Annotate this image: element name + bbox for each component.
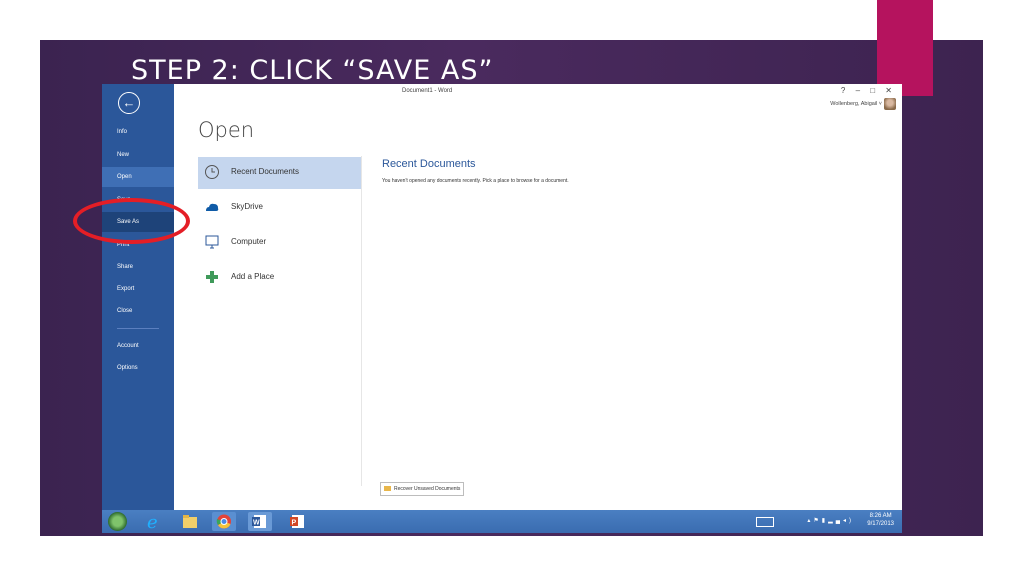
content-message: You haven't opened any documents recentl…	[382, 178, 569, 184]
word-window: ← Info New Open Save Save As Print Share…	[102, 84, 902, 510]
back-arrow-icon[interactable]: ←	[118, 92, 140, 114]
nav-account[interactable]: Account	[102, 336, 174, 356]
volume-icon[interactable]: ◂)	[843, 518, 854, 524]
powerpoint-icon[interactable]: P	[286, 512, 310, 531]
svg-text:e: e	[147, 512, 158, 531]
chrome-icon[interactable]	[212, 512, 236, 531]
user-name[interactable]: Wollenberg, Abigail ˅	[830, 101, 882, 107]
nav-share[interactable]: Share	[102, 257, 174, 277]
ie-icon[interactable]: e	[142, 512, 166, 533]
clock-time: 8:26 AM	[869, 513, 892, 519]
window-controls[interactable]: ? – □ ✕	[841, 86, 896, 95]
file-explorer-icon[interactable]	[178, 512, 202, 531]
flag-icon[interactable]: ⚑	[813, 518, 821, 524]
place-label: SkyDrive	[231, 202, 264, 211]
nav-open[interactable]: Open	[102, 167, 174, 187]
recover-unsaved-button[interactable]: Recover Unsaved Documents	[380, 482, 465, 496]
window-title: Document1 - Word	[402, 88, 453, 94]
signal-icon[interactable]: ▂▄	[828, 518, 843, 524]
svg-text:W: W	[253, 520, 260, 527]
word-icon[interactable]: W	[248, 512, 272, 531]
avatar[interactable]	[884, 98, 896, 110]
place-skydrive[interactable]: SkyDrive	[198, 192, 361, 224]
place-label: Computer	[231, 237, 267, 246]
nav-export[interactable]: Export	[102, 279, 174, 299]
place-recent-documents[interactable]: Recent Documents	[198, 157, 361, 189]
clock[interactable]: 8:26 AM 9/17/2013	[867, 512, 894, 528]
panel-divider	[361, 156, 362, 486]
page-title: Open	[198, 118, 255, 142]
recover-label: Recover Unsaved Documents	[394, 486, 461, 492]
slide-accent-tab	[877, 0, 933, 96]
nav-options[interactable]: Options	[102, 358, 174, 378]
place-add-a-place[interactable]: Add a Place	[198, 262, 361, 294]
nav-info[interactable]: Info	[102, 122, 174, 142]
nav-close[interactable]: Close	[102, 301, 174, 321]
keyboard-icon[interactable]	[756, 517, 774, 527]
cloud-icon	[206, 203, 219, 211]
start-button-icon[interactable]	[108, 512, 127, 531]
tray-icons[interactable]: ▴⚑▮▂▄◂)	[807, 517, 854, 524]
svg-text:P: P	[292, 520, 297, 527]
clock-icon	[205, 165, 219, 179]
nav-separator	[117, 328, 159, 329]
backstage-sidebar: ← Info New Open Save Save As Print Share…	[102, 84, 174, 510]
taskbar: e W P ▴⚑▮▂▄◂) 8:26 AM 9/17/2013	[102, 510, 902, 533]
place-label: Recent Documents	[231, 167, 300, 176]
clock-date: 9/17/2013	[867, 521, 894, 527]
save-as-highlight-circle	[73, 198, 190, 244]
content-heading: Recent Documents	[382, 158, 476, 170]
plus-icon	[206, 271, 218, 283]
place-computer[interactable]: Computer	[198, 227, 361, 259]
place-label: Add a Place	[231, 272, 275, 281]
slide-title: STEP 2: CLICK “SAVE AS”	[131, 55, 494, 86]
folder-icon	[384, 486, 391, 492]
nav-new[interactable]: New	[102, 145, 174, 165]
computer-icon	[205, 235, 219, 249]
